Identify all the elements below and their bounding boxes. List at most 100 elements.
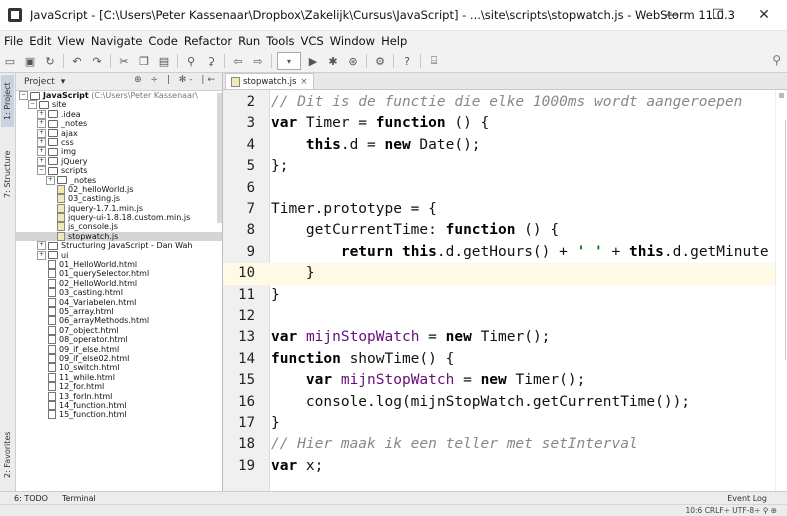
menu-code[interactable]: Code bbox=[145, 34, 180, 48]
terminal-tab[interactable]: Terminal bbox=[62, 494, 96, 503]
menu-file[interactable]: File bbox=[0, 34, 26, 48]
menu-tools[interactable]: Tools bbox=[263, 34, 297, 48]
code-line[interactable]: 4 this.d = new Date(); bbox=[223, 135, 787, 156]
tree-node[interactable]: + .idea bbox=[16, 109, 222, 119]
tree-node[interactable]: 08_operator.html bbox=[16, 335, 222, 345]
tool-tab-favorites[interactable]: 2: Favorites bbox=[1, 425, 14, 485]
tree-node[interactable]: 02_HelloWorld.html bbox=[16, 278, 222, 288]
code-line[interactable]: 5}; bbox=[223, 156, 787, 177]
expand-icon[interactable]: + bbox=[37, 156, 46, 166]
copy-icon[interactable]: ❐ bbox=[136, 53, 152, 69]
debug-icon[interactable]: ✱ bbox=[325, 53, 341, 69]
minimize-button[interactable]: — bbox=[649, 0, 695, 30]
event-log-tab[interactable]: Event Log bbox=[727, 494, 767, 503]
menu-run[interactable]: Run bbox=[235, 34, 263, 48]
expand-icon[interactable]: + bbox=[37, 250, 46, 260]
expand-icon[interactable]: + bbox=[37, 119, 46, 129]
menu-edit[interactable]: Edit bbox=[26, 34, 54, 48]
tree-node[interactable]: − site bbox=[16, 100, 222, 110]
menu-vcs[interactable]: VCS bbox=[298, 34, 327, 48]
tree-node[interactable]: 06_arrayMethods.html bbox=[16, 316, 222, 326]
code-line[interactable]: 17} bbox=[223, 413, 787, 434]
expand-icon[interactable]: + bbox=[37, 109, 46, 119]
undo-icon[interactable]: ↶ bbox=[69, 53, 85, 69]
tree-node[interactable]: 05_array.html bbox=[16, 306, 222, 316]
tree-node[interactable]: 10_switch.html bbox=[16, 363, 222, 373]
code-view[interactable]: 2 // Dit is de functie die elke 1000ms wo… bbox=[223, 90, 787, 491]
tree-node[interactable]: 03_casting.html bbox=[16, 288, 222, 298]
tree-node[interactable]: + css bbox=[16, 137, 222, 147]
forward-icon[interactable]: ⇨ bbox=[250, 53, 266, 69]
tree-node[interactable]: 09_if_else.html bbox=[16, 344, 222, 354]
search-everywhere-icon[interactable]: ⚲ bbox=[772, 53, 781, 67]
paste-icon[interactable]: ▤ bbox=[156, 53, 172, 69]
tree-node[interactable]: + ajax bbox=[16, 128, 222, 138]
tree-node[interactable]: + Structuring JavaScript - Dan Wah bbox=[16, 241, 222, 251]
tree-node[interactable]: 11_while.html bbox=[16, 372, 222, 382]
collapse-icon[interactable]: − bbox=[37, 166, 46, 176]
caret-position-status[interactable]: 10:6 CRLF÷ UTF-8÷ ⚲ ⊕ bbox=[685, 506, 777, 515]
close-tab-icon[interactable]: × bbox=[300, 77, 307, 87]
tool-tab-structure[interactable]: 7: Structure bbox=[1, 143, 14, 205]
code-line[interactable]: 2 // Dit is de functie die elke 1000ms wo… bbox=[223, 92, 787, 113]
tree-node[interactable]: 02_helloWorld.js bbox=[16, 184, 222, 194]
inspection-status-icon[interactable] bbox=[779, 93, 784, 98]
tree-node[interactable]: 07_object.html bbox=[16, 325, 222, 335]
expand-icon[interactable]: + bbox=[46, 175, 55, 185]
help-icon[interactable]: ? bbox=[399, 53, 415, 69]
menu-view[interactable]: View bbox=[55, 34, 88, 48]
back-icon[interactable]: ⇦ bbox=[230, 53, 246, 69]
code-line[interactable]: 19 var x; bbox=[223, 456, 787, 477]
expand-icon[interactable]: + bbox=[37, 147, 46, 157]
tree-node[interactable]: + _notes bbox=[16, 175, 222, 185]
vcs-icon[interactable]: ⚙ bbox=[372, 53, 388, 69]
cut-icon[interactable]: ✂ bbox=[116, 53, 132, 69]
save-icon[interactable]: ▣ bbox=[22, 53, 38, 69]
code-line[interactable]: 14 function showTime() { bbox=[223, 349, 787, 370]
tool-tab-project[interactable]: 1: Project bbox=[1, 75, 14, 127]
tree-node[interactable]: 01_HelloWorld.html bbox=[16, 260, 222, 270]
tree-node[interactable]: − JavaScript (C:\Users\Peter Kassenaar\ bbox=[16, 91, 222, 100]
scroll-track[interactable] bbox=[785, 120, 786, 360]
tree-node[interactable]: + ui bbox=[16, 250, 222, 260]
tree-node[interactable]: + _notes bbox=[16, 119, 222, 129]
code-line[interactable]: 10 } bbox=[223, 263, 787, 285]
chevron-down-icon[interactable]: ▾ bbox=[61, 77, 66, 87]
run-config-icon[interactable]: ▾ bbox=[277, 52, 301, 70]
coverage-icon[interactable]: ⊛ bbox=[345, 53, 361, 69]
code-line[interactable]: 3 var Timer = function () { bbox=[223, 113, 787, 134]
maximize-button[interactable]: ☐ bbox=[695, 0, 741, 30]
code-line[interactable]: 6 bbox=[223, 178, 787, 199]
code-line[interactable]: 11} bbox=[223, 285, 787, 306]
menu-refactor[interactable]: Refactor bbox=[181, 34, 235, 48]
code-line[interactable]: 12 bbox=[223, 306, 787, 327]
redo-icon[interactable]: ↷ bbox=[89, 53, 105, 69]
editor-tab-stopwatch[interactable]: stopwatch.js × bbox=[225, 73, 314, 89]
collapse-icon[interactable]: − bbox=[28, 100, 37, 110]
close-button[interactable]: ✕ bbox=[741, 0, 787, 30]
tree-node[interactable]: + img bbox=[16, 147, 222, 157]
expand-icon[interactable]: + bbox=[37, 128, 46, 138]
sync-icon[interactable]: ↻ bbox=[42, 53, 58, 69]
tree-node[interactable]: jquery-ui-1.8.18.custom.min.js bbox=[16, 213, 222, 223]
expand-icon[interactable]: + bbox=[37, 241, 46, 251]
code-line[interactable]: 16 console.log(mijnStopWatch.getCurrentT… bbox=[223, 392, 787, 413]
tree-node[interactable]: stopwatch.js bbox=[16, 231, 222, 242]
project-panel-actions[interactable]: ⊕ ÷ | ✻- |← bbox=[134, 75, 218, 85]
menu-window[interactable]: Window bbox=[327, 34, 378, 48]
project-scrollbar[interactable] bbox=[217, 93, 222, 223]
code-line[interactable]: 7 Timer.prototype = { bbox=[223, 199, 787, 220]
tree-node[interactable]: 09_if_else02.html bbox=[16, 353, 222, 363]
replace-icon[interactable]: ⚳ bbox=[203, 53, 219, 69]
code-line[interactable]: 13 var mijnStopWatch = new Timer(); bbox=[223, 327, 787, 348]
tree-node[interactable]: 12_for.html bbox=[16, 382, 222, 392]
tree-node[interactable]: 14_function.html bbox=[16, 400, 222, 410]
expand-icon[interactable]: + bbox=[37, 137, 46, 147]
menu-help[interactable]: Help bbox=[378, 34, 410, 48]
folder-open-icon[interactable]: ▭ bbox=[2, 53, 18, 69]
code-line[interactable]: 18 // Hier maak ik een teller met setInte… bbox=[223, 434, 787, 455]
collapse-icon[interactable]: − bbox=[19, 91, 28, 100]
tree-node[interactable]: jquery-1.7.1.min.js bbox=[16, 203, 222, 213]
project-view-dropdown[interactable]: Project bbox=[24, 77, 55, 87]
tree-node[interactable]: js_console.js bbox=[16, 222, 222, 232]
